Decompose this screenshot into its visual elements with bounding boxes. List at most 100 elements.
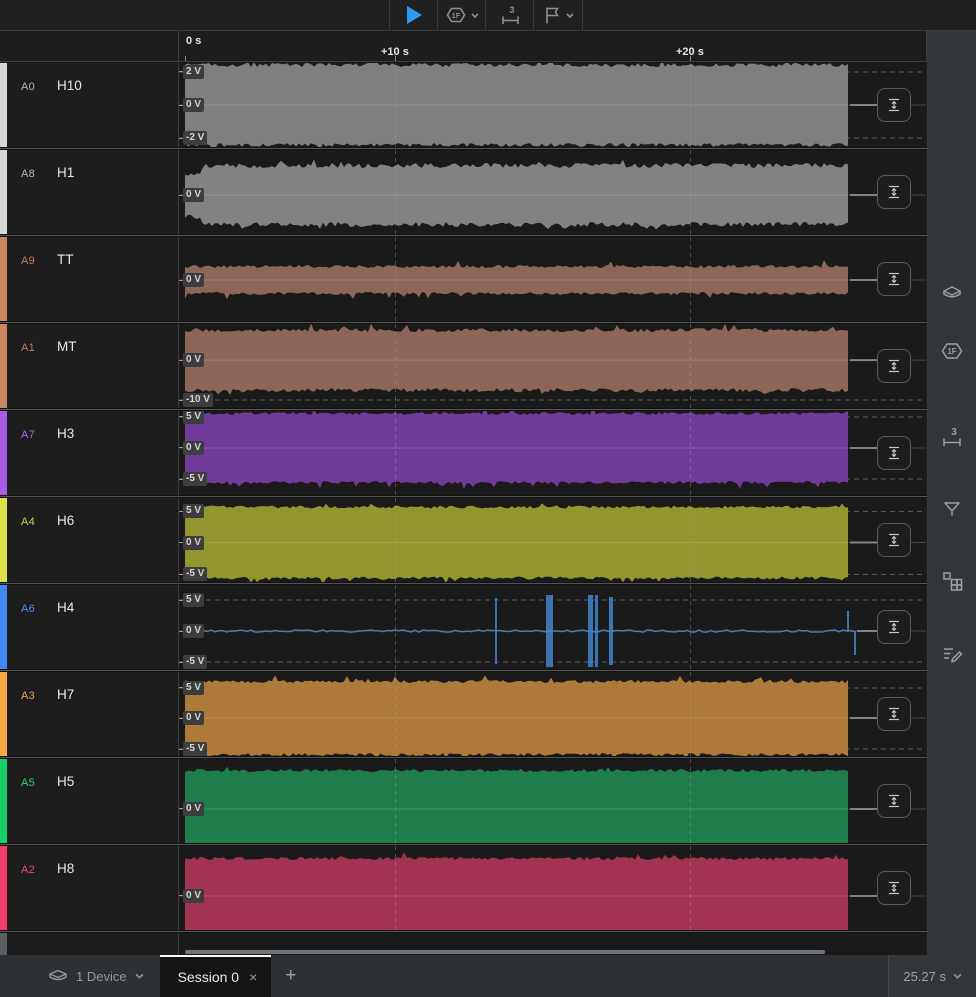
channel-info[interactable]: A5 H5	[7, 759, 179, 843]
waveform-trace	[179, 411, 926, 495]
waveform-area[interactable]: 5 V0 V-5 V	[179, 411, 926, 495]
channel-name-label: H4	[57, 600, 74, 615]
channel-color-strip[interactable]	[0, 672, 7, 756]
channel-info[interactable]: A9 TT	[7, 237, 179, 321]
waveform-area[interactable]: 5 V0 V-5 V	[179, 585, 926, 669]
add-session-button[interactable]: +	[271, 955, 310, 997]
measure-button[interactable]	[877, 610, 911, 644]
channel-color-strip[interactable]	[0, 237, 7, 321]
voltage-label-text: -2 V	[183, 131, 207, 145]
vertical-measure-icon	[886, 445, 902, 461]
right-sidebar: 1F 3	[927, 31, 976, 955]
tab-label: Session 0	[178, 969, 239, 985]
measure-button[interactable]	[877, 88, 911, 122]
waveform-area[interactable]: 0 V	[179, 759, 926, 843]
voltage-label-text: 5 V	[183, 593, 204, 607]
channel-port-label: A9	[21, 255, 35, 267]
measure-button[interactable]	[877, 436, 911, 470]
vertical-measure-icon	[886, 532, 902, 548]
channel-info[interactable]: A7 H3	[7, 411, 179, 495]
sidebar-measurements-icon[interactable]: 3	[939, 425, 964, 450]
channel-info[interactable]: A3 H7	[7, 672, 179, 756]
vertical-measure-icon	[886, 184, 902, 200]
sidebar-extensions-icon[interactable]	[939, 569, 964, 594]
channel-color-strip[interactable]	[0, 63, 7, 147]
vertical-measure-icon	[886, 358, 902, 374]
voltage-label-text: -5 V	[183, 742, 207, 756]
tab-session-0[interactable]: Session 0 ×	[160, 955, 272, 997]
chevron-down-icon	[135, 973, 144, 979]
play-button[interactable]	[390, 0, 438, 30]
measure-button[interactable]	[877, 697, 911, 731]
analyzer-button[interactable]: 1F	[438, 0, 486, 30]
waveform-area[interactable]: 0 V	[179, 150, 926, 234]
voltage-label-text: 0 V	[183, 889, 204, 903]
measurement-button[interactable]: 3	[486, 0, 534, 30]
hexagon-1f-icon: 1F	[445, 4, 467, 26]
device-icon	[48, 969, 68, 983]
measure-button[interactable]	[877, 871, 911, 905]
channel-color-strip[interactable]	[0, 585, 7, 669]
channel-row: A2 H8 0 V	[0, 846, 927, 930]
waveform-area[interactable]: 2 V0 V-2 V	[179, 63, 926, 147]
channel-color-strip[interactable]	[0, 933, 7, 955]
voltage-label: 0 V	[179, 353, 204, 367]
channel-row: A0 H10 2 V0 V-2 V	[0, 63, 927, 147]
channel-info[interactable]: A6 H4	[7, 585, 179, 669]
waveform-area[interactable]: 5 V0 V-5 V	[179, 672, 926, 756]
voltage-label-text: 0 V	[183, 441, 204, 455]
measure-button[interactable]	[877, 349, 911, 383]
channel-name-label: H3	[57, 426, 74, 441]
sidebar-device-icon[interactable]	[939, 281, 964, 306]
waveform-area[interactable]: 0 V-10 V	[179, 324, 926, 408]
voltage-label-text: 5 V	[183, 411, 204, 424]
close-icon[interactable]: ×	[249, 969, 257, 985]
vertical-measure-icon	[886, 880, 902, 896]
capture-duration-selector[interactable]: 25.27 s	[888, 955, 976, 997]
waveform-trace	[179, 498, 926, 582]
annotations-flag-icon	[940, 497, 964, 522]
channel-color-strip[interactable]	[0, 498, 7, 582]
measure-button[interactable]	[877, 523, 911, 557]
waveform-trace	[179, 63, 926, 147]
measure-button[interactable]	[877, 784, 911, 818]
channel-info[interactable]: A8 H1	[7, 150, 179, 234]
channel-color-strip[interactable]	[0, 411, 7, 495]
ruler-scale: 0 s+10 s+20 s	[179, 31, 926, 61]
device-selector[interactable]: 1 Device	[0, 955, 160, 997]
channel-port-label: A2	[21, 864, 35, 876]
channel-port-label: A4	[21, 516, 35, 528]
waveform-trace	[179, 846, 926, 930]
play-icon	[405, 5, 423, 25]
channel-info[interactable]: A4 H6	[7, 498, 179, 582]
measure-button[interactable]	[877, 175, 911, 209]
measurements-icon: 3	[940, 425, 964, 450]
vertical-measure-icon	[886, 271, 902, 287]
marker-button[interactable]	[534, 0, 582, 30]
voltage-label: 5 V	[179, 504, 204, 518]
channel-info[interactable]: A0 H10	[7, 63, 179, 147]
horizontal-scrollbar[interactable]	[185, 950, 825, 954]
channel-color-strip[interactable]	[0, 324, 7, 408]
sidebar-notes-icon[interactable]	[939, 641, 964, 666]
channel-color-strip[interactable]	[0, 846, 7, 930]
extensions-icon	[940, 569, 964, 594]
waveform-area[interactable]: 0 V	[179, 237, 926, 321]
channel-color-strip[interactable]	[0, 150, 7, 234]
sidebar-analyzer-1f-icon[interactable]: 1F	[939, 339, 964, 364]
svg-text:3: 3	[509, 5, 514, 15]
time-ruler[interactable]: 0 s+10 s+20 s	[0, 31, 927, 62]
channel-info[interactable]: A2 H8	[7, 846, 179, 930]
waveform-area[interactable]: 0 V	[179, 846, 926, 930]
time-tick-mark	[185, 56, 186, 61]
chevron-down-icon	[566, 13, 574, 18]
waveform-area[interactable]: 5 V0 V-5 V	[179, 498, 926, 582]
sidebar-annotations-flag-icon[interactable]	[939, 497, 964, 522]
channel-info[interactable]	[7, 933, 179, 955]
measure-button[interactable]	[877, 262, 911, 296]
capture-duration-label: 25.27 s	[903, 969, 946, 984]
channel-color-strip[interactable]	[0, 759, 7, 843]
channel-info[interactable]: A1 MT	[7, 324, 179, 408]
channel-row: A7 H3 5 V0 V-5 V	[0, 411, 927, 495]
channel-row: A5 H5 0 V	[0, 759, 927, 843]
